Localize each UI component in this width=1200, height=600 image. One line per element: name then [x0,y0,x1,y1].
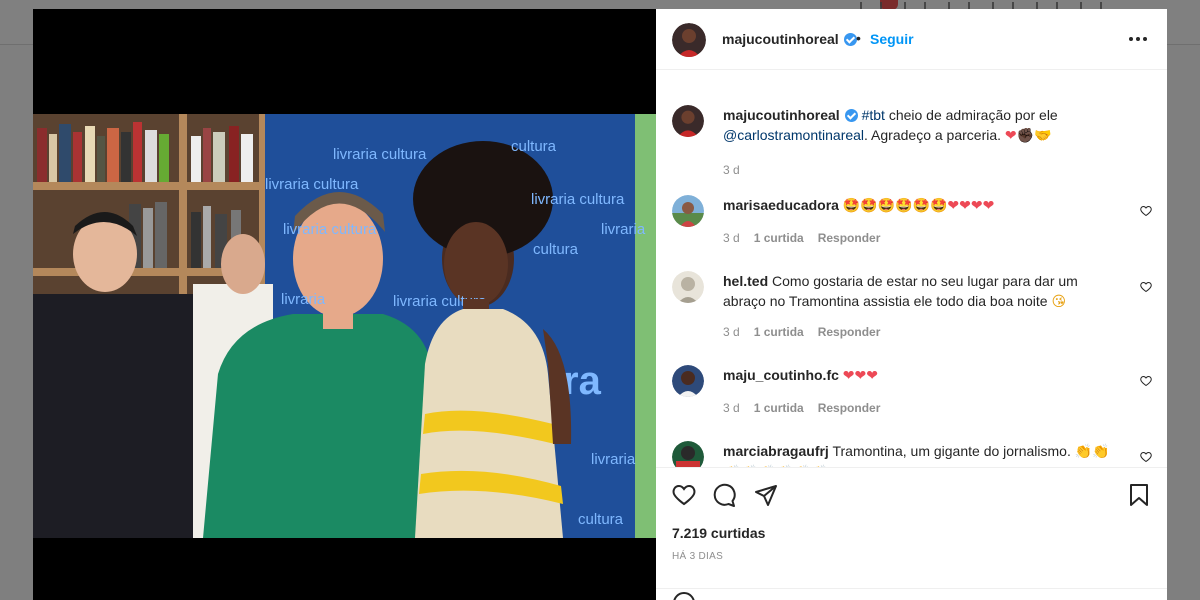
caption-meta: 3 d [723,163,740,177]
follow-button[interactable]: Seguir [870,31,914,47]
more-options-icon[interactable] [1129,37,1147,41]
banner-text: livraria [601,221,646,238]
caption-text-2: . Agradeço a parceria. [864,127,1005,143]
post-media: cultura livraria ra livraria cultura livrari… [33,9,656,600]
comment-like-icon[interactable] [1140,375,1152,387]
post-photo[interactable]: cultura livraria ra livraria cultura livrari… [33,114,656,538]
reply-button[interactable]: Responder [818,231,881,245]
caption: majucoutinhoreal #tbt cheio de admiração… [672,105,1152,177]
share-icon[interactable] [754,483,778,507]
comment-likes[interactable]: 1 curtida [754,231,804,245]
post-header: majucoutinhoreal • Seguir [656,9,1167,70]
comment-item: maju_coutinho.fc ❤❤❤ 3 d 1 curtida Respo… [672,365,1152,421]
banner-text: livraria cultura [283,221,377,238]
comment-text: marisaeducadora 🤩🤩🤩🤩🤩🤩❤❤❤❤ [723,195,1123,216]
comment-like-icon[interactable] [1140,451,1152,463]
banner-text: livraria [281,291,326,308]
comment-avatar[interactable] [672,365,704,397]
like-count[interactable]: 7.219 curtidas [672,525,765,541]
emoji-icon[interactable] [672,591,696,600]
banner-text: livraria cultura [531,191,625,208]
comment-emojis: ❤❤❤ [842,368,878,384]
comment-emojis: 🤩🤩🤩🤩🤩🤩❤❤❤❤ [842,198,995,214]
banner-text: cultura [533,241,579,258]
comment-likes[interactable]: 1 curtida [754,401,804,415]
comment-avatar[interactable] [672,271,704,303]
header-separator: • [856,30,861,46]
comment-text: hel.ted Como gostaria de estar no seu lu… [723,273,1078,310]
banner-text: livraria cultura [333,146,427,163]
comment-text: marciabragaufrj Tramontina, um gigante d… [723,441,1123,467]
comment-username[interactable]: maju_coutinho.fc [723,367,839,383]
comment-time[interactable]: 3 d [723,401,740,415]
caption-text-1: cheio de admiração por ele [884,107,1058,123]
heart-icon[interactable] [672,483,696,507]
author-username[interactable]: majucoutinhoreal [722,31,857,47]
comment-username[interactable]: marciabragaufrj [723,443,829,459]
comment-icon[interactable] [712,483,736,507]
comment-avatar[interactable] [672,195,704,227]
comment-text: maju_coutinho.fc ❤❤❤ [723,365,1123,386]
reply-button[interactable]: Responder [818,325,881,339]
post-actions: 7.219 curtidas HÁ 3 DIAS [656,467,1167,600]
comment-meta: 3 d 1 curtida Responder [723,325,880,339]
comment-time[interactable]: 3 d [723,231,740,245]
comment-likes[interactable]: 1 curtida [754,325,804,339]
comment-like-icon[interactable] [1140,281,1152,293]
comment-item: marciabragaufrj Tramontina, um gigante d… [672,441,1152,467]
comment-item: hel.ted Como gostaria de estar no seu lu… [672,271,1152,341]
caption-mention[interactable]: @carlostramontinareal [723,127,864,143]
comment-meta: 3 d 1 curtida Responder [723,231,880,245]
post-modal: cultura livraria ra livraria cultura livrari… [33,9,1167,600]
caption-hashtag[interactable]: #tbt [862,107,885,123]
comment-time[interactable]: 3 d [723,325,740,339]
photo-illustration: culturalivrariaralivraria culturalivrari… [33,114,656,538]
comment-item: marisaeducadora 🤩🤩🤩🤩🤩🤩❤❤❤❤ 3 d 1 curtida… [672,195,1152,251]
caption-emojis: ❤✊🏿🤝 [1004,128,1052,144]
post-side-panel: majucoutinhoreal • Seguir majucoutinhore… [656,9,1167,600]
comment-username[interactable]: marisaeducadora [723,197,839,213]
comment-username[interactable]: hel.ted [723,273,768,289]
banner-text: cultura [511,138,557,155]
verified-badge-icon [843,33,857,46]
banner-text: cultura [578,511,624,528]
author-avatar[interactable] [672,23,706,57]
caption-text: majucoutinhoreal #tbt cheio de admiração… [723,105,1123,146]
verified-badge-icon [844,109,858,122]
comment-emojis: 😘 [1051,294,1067,310]
banner-text: livraria [591,451,636,468]
caption-time[interactable]: 3 d [723,163,740,177]
comments-list[interactable]: majucoutinhoreal #tbt cheio de admiração… [656,71,1167,467]
banner-text: livraria cultura [265,176,359,193]
comment-meta: 3 d 1 curtida Responder [723,401,880,415]
comment-avatar[interactable] [672,441,704,467]
reply-button[interactable]: Responder [818,401,881,415]
caption-avatar[interactable] [672,105,704,137]
bookmark-icon[interactable] [1127,483,1151,507]
post-time[interactable]: HÁ 3 DIAS [672,551,723,562]
add-comment-area[interactable] [656,588,1167,600]
caption-username[interactable]: majucoutinhoreal [723,107,840,123]
comment-like-icon[interactable] [1140,205,1152,217]
